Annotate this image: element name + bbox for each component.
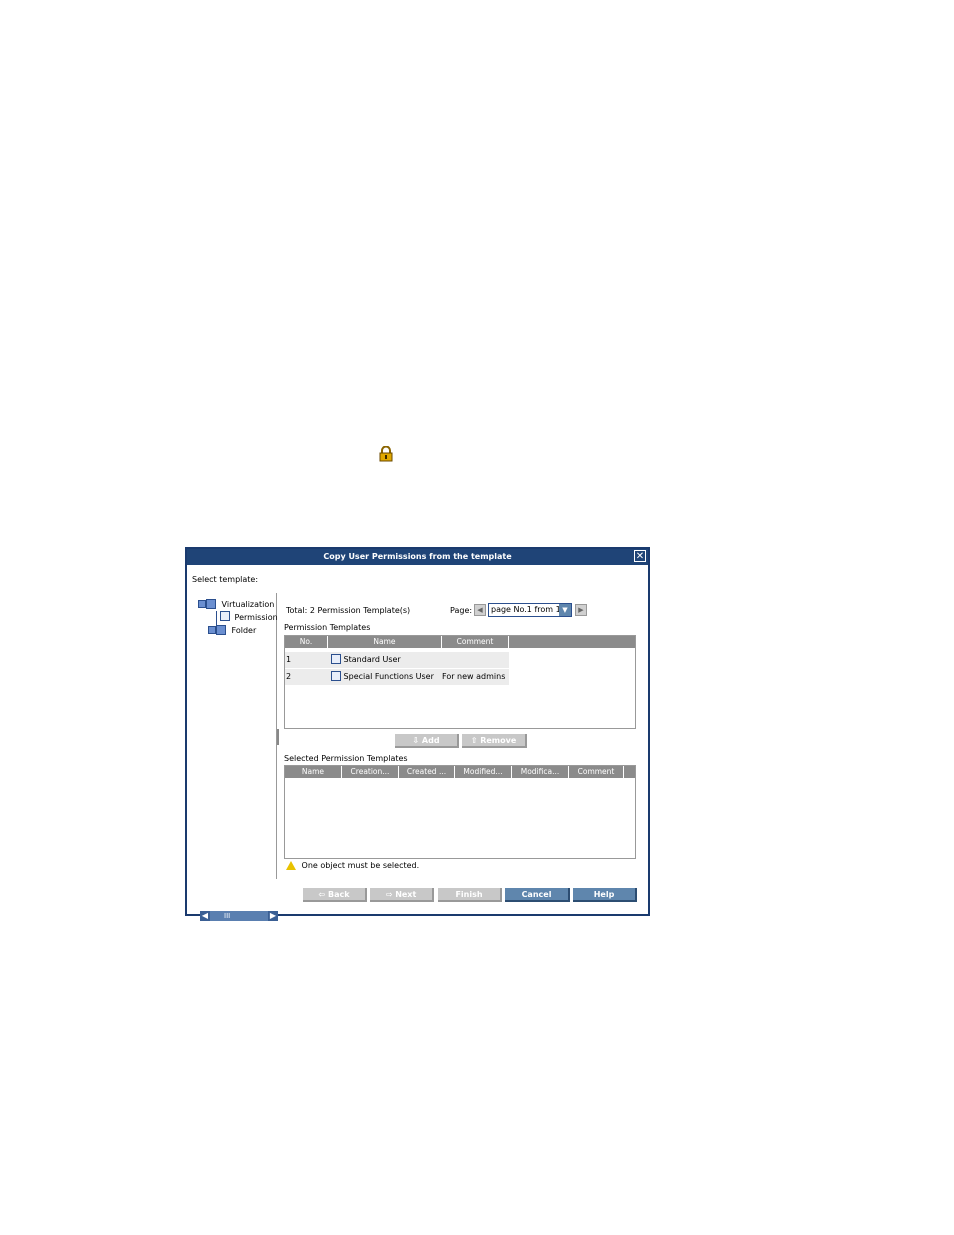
folder-tree-icon bbox=[206, 599, 216, 609]
permission-icon bbox=[220, 611, 230, 621]
scroll-right-icon[interactable]: ▶ bbox=[268, 911, 278, 921]
add-button[interactable]: ⇩ Add bbox=[395, 734, 459, 748]
select-template-label: Select template: bbox=[192, 575, 259, 584]
permission-templates-label: Permission Templates bbox=[284, 623, 371, 632]
chevron-down-icon[interactable]: ▼ bbox=[559, 604, 571, 616]
permission-icon bbox=[331, 653, 341, 664]
row-no: 1 bbox=[286, 655, 292, 664]
lock-icon bbox=[379, 446, 393, 462]
template-tree-pane: Virtualization Permission Folder ◀ III ▶ bbox=[192, 593, 278, 921]
expand-icon[interactable] bbox=[208, 626, 216, 634]
dialog-titlebar: Copy User Permissions from the template … bbox=[187, 549, 648, 565]
help-button[interactable]: Help bbox=[573, 888, 637, 902]
tree-horizontal-scrollbar[interactable]: ◀ III ▶ bbox=[200, 911, 278, 921]
next-button[interactable]: ⇨ Next bbox=[370, 888, 434, 902]
column-header-modification[interactable]: Modifica... bbox=[512, 766, 569, 778]
table-row[interactable]: 1 Standard User bbox=[285, 652, 509, 668]
table-row[interactable]: 2 Special Functions User For new admins bbox=[285, 669, 509, 685]
column-header-comment[interactable]: Comment bbox=[442, 636, 509, 648]
selected-templates-table: Name Creation... Created ... Modified...… bbox=[284, 765, 636, 859]
row-name: Standard User bbox=[331, 652, 401, 668]
column-header-comment[interactable]: Comment bbox=[569, 766, 624, 778]
total-templates-text: Total: 2 Permission Template(s) bbox=[286, 606, 411, 615]
row-no: 2 bbox=[286, 672, 292, 681]
column-header-modified[interactable]: Modified... bbox=[455, 766, 512, 778]
page-prev-icon[interactable]: ◀ bbox=[474, 604, 486, 616]
row-name: Special Functions User bbox=[331, 669, 434, 685]
tree-item-folder[interactable]: Folder bbox=[208, 625, 256, 635]
permission-templates-table: No. Name Comment 1 Standard User 2 Speci… bbox=[284, 635, 636, 729]
column-header-name[interactable]: Name bbox=[285, 766, 342, 778]
dialog-title: Copy User Permissions from the template bbox=[323, 552, 512, 561]
pane-splitter[interactable] bbox=[277, 729, 279, 745]
column-header-filler bbox=[624, 766, 635, 778]
tree-item-virtualization[interactable]: Virtualization bbox=[198, 599, 274, 609]
page-label: Page: bbox=[450, 606, 473, 615]
expand-icon[interactable] bbox=[198, 600, 206, 608]
column-header-creation[interactable]: Creation... bbox=[342, 766, 399, 778]
warning-icon bbox=[286, 861, 296, 870]
cancel-button[interactable]: Cancel bbox=[505, 888, 570, 902]
back-button[interactable]: ⇦ Back bbox=[303, 888, 367, 902]
scroll-thumb[interactable]: III bbox=[224, 911, 230, 921]
finish-button[interactable]: Finish bbox=[438, 888, 502, 902]
page-next-icon[interactable]: ▶ bbox=[575, 604, 587, 616]
tree-item-permission[interactable]: Permission bbox=[220, 611, 278, 622]
column-header-filler bbox=[509, 636, 635, 648]
status-message: One object must be selected. bbox=[286, 861, 419, 870]
permission-icon bbox=[331, 670, 341, 681]
folder-icon bbox=[216, 625, 226, 635]
column-header-name[interactable]: Name bbox=[328, 636, 442, 648]
page-select[interactable]: page No.1 from 1 ▼ bbox=[488, 603, 572, 617]
column-header-created[interactable]: Created ... bbox=[399, 766, 455, 778]
copy-permissions-dialog: Copy User Permissions from the template … bbox=[185, 547, 650, 921]
scroll-left-icon[interactable]: ◀ bbox=[200, 911, 210, 921]
close-button[interactable]: ✕ bbox=[634, 550, 646, 562]
remove-button[interactable]: ⇧ Remove bbox=[462, 734, 527, 748]
selected-templates-label: Selected Permission Templates bbox=[284, 754, 408, 763]
row-comment: For new admins bbox=[442, 672, 506, 681]
column-header-no[interactable]: No. bbox=[285, 636, 328, 648]
